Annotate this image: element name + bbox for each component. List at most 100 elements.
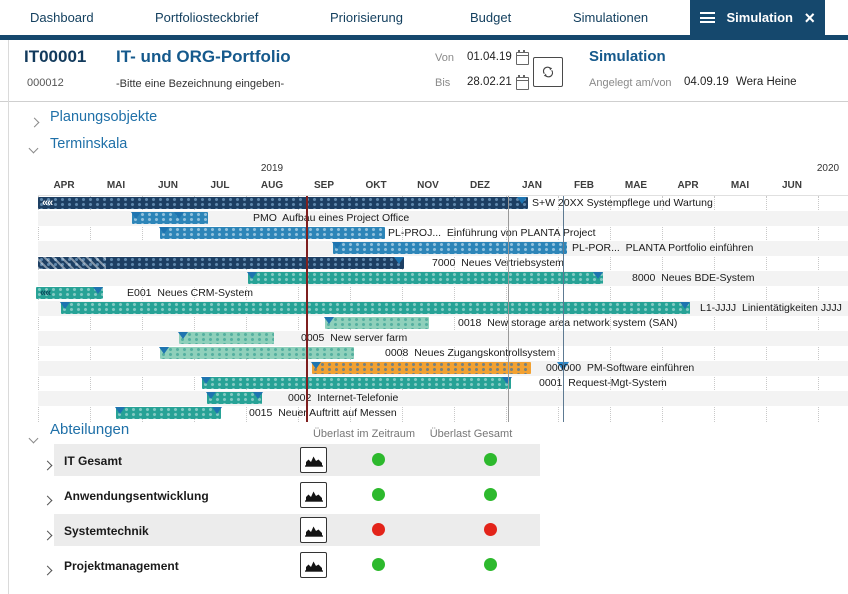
month-label: OKT <box>350 180 402 191</box>
milestone-marker-icon <box>131 212 141 219</box>
gantt-bar[interactable] <box>325 317 429 329</box>
gantt-month-row: APRMAIJUNJULAUGSEPOKTNOVDEZJANFEBMAEAPRM… <box>38 178 848 196</box>
portfolio-id: IT00001 <box>24 47 86 67</box>
gantt-bar-label: PMO Aufbau eines Project Office <box>253 211 409 226</box>
gantt-bar[interactable] <box>248 272 603 284</box>
section-planungsobjekte[interactable]: Planungsobjekte <box>50 109 157 125</box>
angelegt-date: 04.09.19 <box>684 76 729 88</box>
milestone-marker-icon <box>332 242 342 249</box>
milestone-marker-icon <box>206 392 216 399</box>
section-abteilungen[interactable]: Abteilungen <box>50 421 129 438</box>
continues-left-icon: «« <box>40 287 50 299</box>
gantt-bar[interactable] <box>333 242 567 254</box>
milestone-marker-icon <box>517 197 527 204</box>
gantt-bar[interactable] <box>132 212 208 224</box>
gantt-row-stripe <box>38 331 848 346</box>
gantt-bar-label: L1-JJJJ Linientätigkeiten JJJJ <box>700 301 842 316</box>
gantt-bar-label: 0008 Neues Zugangskontrollsystem <box>385 346 555 361</box>
gantt-bar-label: 0002 Internet-Telefonie <box>288 391 398 406</box>
department-label: IT Gesamt <box>64 454 122 468</box>
tab-portfoliosteckbrief[interactable]: Portfoliosteckbrief <box>155 0 258 35</box>
angelegt-user: Wera Heine <box>736 76 797 88</box>
histogram-button[interactable] <box>300 447 327 473</box>
chevron-right-icon[interactable] <box>44 491 51 509</box>
gantt-bar[interactable] <box>116 407 221 419</box>
milestone-marker-icon <box>680 302 690 309</box>
status-dot-ueberlast-zeitraum <box>372 488 385 501</box>
tab-simulation-active[interactable]: Simulation × <box>690 0 825 35</box>
calendar-icon-von[interactable] <box>516 52 529 70</box>
month-label: AUG <box>246 180 298 191</box>
tab-dashboard[interactable]: Dashboard <box>30 0 94 35</box>
gantt-year-row: 20192020 <box>38 163 848 178</box>
gantt-row-stripe <box>38 391 848 406</box>
tab-priorisierung[interactable]: Priorisierung <box>330 0 403 35</box>
chevron-right-icon[interactable] <box>44 526 51 544</box>
portfolio-name-input[interactable]: -Bitte eine Bezeichnung eingeben- <box>116 78 284 90</box>
year-label: 2020 <box>817 163 839 174</box>
department-row: IT Gesamt <box>0 444 848 476</box>
histogram-button[interactable] <box>300 517 327 543</box>
status-dot-ueberlast-gesamt <box>484 523 497 536</box>
refresh-button[interactable] <box>533 57 563 87</box>
gantt-bar-label: 0001 Request-Mgt-System <box>539 376 667 391</box>
status-dot-ueberlast-gesamt <box>484 453 497 466</box>
portfolio-header: IT00001 000012 IT- und ORG-Portfolio -Bi… <box>0 40 848 102</box>
histogram-icon <box>305 454 323 467</box>
status-dot-ueberlast-zeitraum <box>372 558 385 571</box>
gantt-bar[interactable] <box>312 362 531 374</box>
gantt-bar-label: 000000 PM-Software einführen <box>546 361 694 376</box>
gantt-bar[interactable] <box>38 197 528 209</box>
section-terminskala[interactable]: Terminskala <box>50 136 127 152</box>
gantt-bar[interactable] <box>160 227 385 239</box>
gantt-bar[interactable] <box>179 332 274 344</box>
milestone-marker-icon <box>159 347 169 354</box>
tab-simulationen[interactable]: Simulationen <box>573 0 648 35</box>
active-tab-label: Simulation <box>724 10 795 25</box>
month-label: JAN <box>506 180 558 191</box>
gantt-chart: 20192020 APRMAIJUNJULAUGSEPOKTNOVDEZJANF… <box>38 163 848 425</box>
portfolio-code: 000012 <box>27 77 64 89</box>
refresh-icon <box>540 62 556 82</box>
calendar-icon-bis[interactable] <box>516 77 529 95</box>
status-dot-ueberlast-zeitraum <box>372 453 385 466</box>
status-dot-ueberlast-gesamt <box>484 558 497 571</box>
milestone-marker-icon <box>394 257 404 264</box>
gantt-bar[interactable] <box>61 302 690 314</box>
month-label: SEP <box>298 180 350 191</box>
hamburger-menu-icon[interactable] <box>700 10 715 26</box>
chevron-down-icon[interactable] <box>30 139 37 157</box>
milestone-marker-icon <box>253 392 263 399</box>
month-label: JUL <box>194 180 246 191</box>
month-label: DEZ <box>454 180 506 191</box>
bis-date-field[interactable]: 28.02.21 <box>467 76 512 88</box>
milestone-marker-icon <box>115 407 125 414</box>
von-date-field[interactable]: 01.04.19 <box>467 51 512 63</box>
milestone-marker-icon <box>201 377 211 384</box>
chevron-right-icon[interactable] <box>44 456 51 474</box>
milestone-marker-icon <box>502 377 512 384</box>
simulation-title: Simulation <box>589 48 666 65</box>
department-label: Anwendungsentwicklung <box>64 489 209 503</box>
department-row: Anwendungsentwicklung <box>0 479 848 511</box>
month-label: APR <box>662 180 714 191</box>
close-tab-icon[interactable]: × <box>804 9 815 27</box>
tab-budget[interactable]: Budget <box>470 0 511 35</box>
month-label: FEB <box>558 180 610 191</box>
gantt-bar-label: 7000 Neues Vertriebsystem <box>432 256 564 271</box>
gantt-bar[interactable] <box>160 347 354 359</box>
milestone-marker-icon <box>159 227 169 234</box>
histogram-button[interactable] <box>300 552 327 578</box>
histogram-icon <box>305 524 323 537</box>
gantt-bar[interactable] <box>202 377 511 389</box>
chevron-right-icon[interactable] <box>31 113 38 131</box>
histogram-button[interactable] <box>300 482 327 508</box>
gantt-bar-label: E001 Neues CRM-System <box>127 286 253 301</box>
gantt-bar-label: PL-PROJ... Einführung von PLANTA Project <box>388 226 596 241</box>
chevron-right-icon[interactable] <box>44 561 51 579</box>
histogram-icon <box>305 559 323 572</box>
milestone-marker-icon <box>593 272 603 279</box>
bis-label: Bis <box>435 77 450 89</box>
milestone-marker-icon <box>60 302 70 309</box>
milestone-marker-icon <box>178 332 188 339</box>
